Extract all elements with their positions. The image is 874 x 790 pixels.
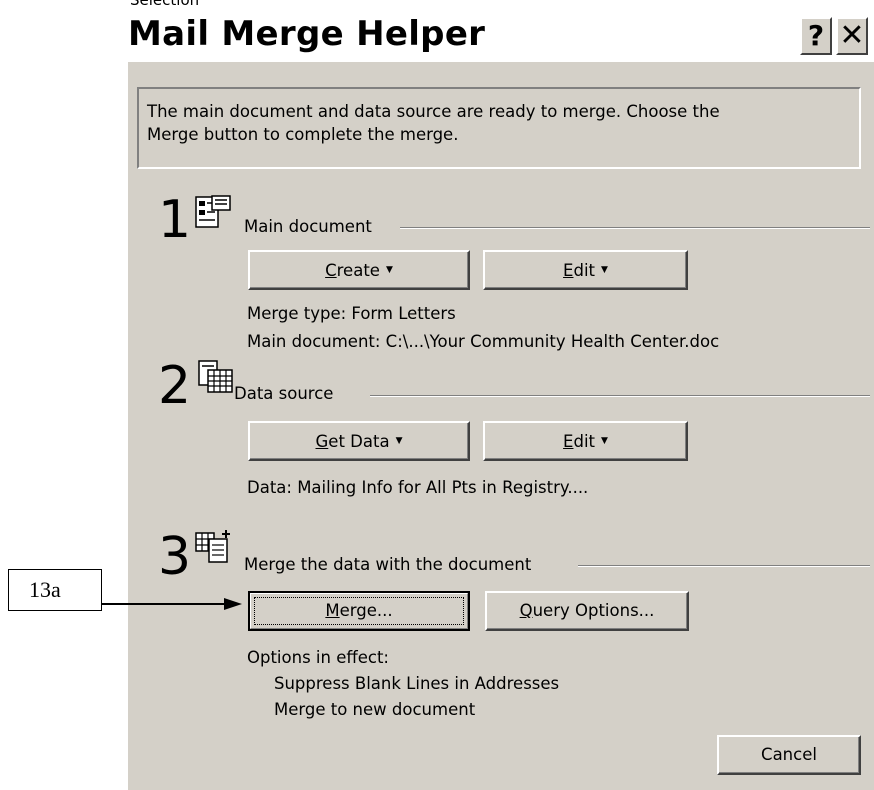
help-button[interactable]: ? [800, 17, 832, 55]
dialog-title: Mail Merge Helper [128, 14, 486, 54]
annotation-arrow-icon [102, 598, 242, 610]
data-source-text: Data: Mailing Info for All Pts in Regist… [247, 478, 589, 497]
data-table-icon [198, 360, 233, 393]
clipped-text: Selection [130, 0, 200, 9]
option-suppress-blank-lines: Suppress Blank Lines in Addresses [274, 674, 560, 693]
edit-main-button[interactable]: Edit ▼ [483, 250, 688, 290]
merge-button[interactable]: Merge... [248, 591, 470, 631]
get-data-button[interactable]: Get Data ▼ [248, 421, 470, 461]
create-button[interactable]: Create ▼ [248, 250, 470, 290]
info-line-1: The main document and data source are re… [147, 102, 720, 121]
annotation-callout: 13a [8, 569, 102, 611]
step-3-rule [578, 565, 870, 567]
options-title: Options in effect: [247, 648, 389, 667]
main-document-path: Main document: C:\...\Your Community Hea… [247, 332, 720, 351]
dropdown-arrow-icon: ▼ [601, 265, 608, 275]
merge-type-text: Merge type: Form Letters [247, 304, 456, 323]
close-button[interactable]: ✕ [836, 17, 868, 55]
step-2-label: Data source [234, 384, 334, 403]
step-1-rule [400, 227, 870, 229]
query-options-button[interactable]: Query Options... [485, 591, 689, 631]
document-icon [195, 195, 231, 228]
dropdown-arrow-icon: ▼ [395, 436, 403, 446]
option-merge-to-new-document: Merge to new document [274, 700, 476, 719]
step-3-number: 3 [158, 527, 192, 587]
step-1-label: Main document [244, 217, 372, 236]
step-2-number: 2 [158, 356, 192, 416]
dropdown-arrow-icon: ▼ [601, 436, 608, 446]
step-3-label: Merge the data with the document [244, 555, 532, 574]
info-line-2: Merge button to complete the merge. [147, 125, 459, 144]
step-2-rule [370, 395, 870, 397]
dropdown-arrow-icon: ▼ [385, 265, 393, 275]
title-bar: Mail Merge Helper ? ✕ [128, 12, 874, 62]
edit-data-button[interactable]: Edit ▼ [483, 421, 688, 461]
mail-merge-dialog: Mail Merge Helper ? ✕ The main document … [128, 12, 874, 790]
step-1-number: 1 [158, 190, 192, 250]
info-message: The main document and data source are re… [137, 87, 861, 169]
cancel-button[interactable]: Cancel [717, 735, 861, 775]
focus-rectangle [254, 597, 464, 625]
merge-icon [195, 530, 230, 563]
